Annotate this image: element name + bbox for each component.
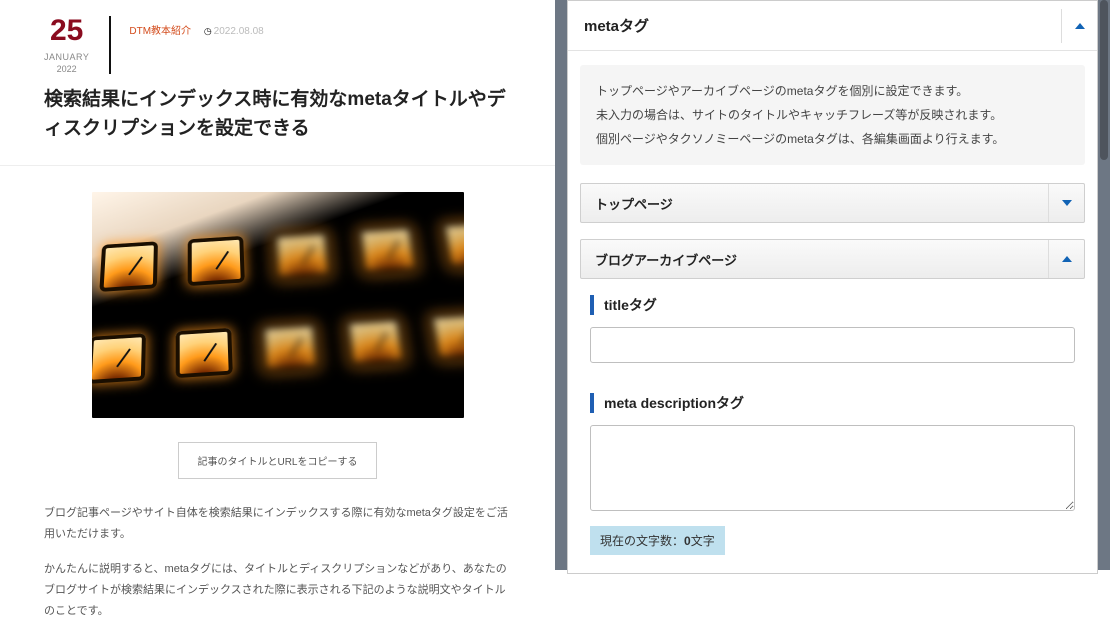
post-paragraph-1: ブログ記事ページやサイト自体を検索結果にインデックスする際に有効なmetaタグ設…	[44, 503, 511, 545]
category-link[interactable]: DTM教本紹介	[129, 26, 191, 37]
section-blog-archive-label: ブログアーカイブページ	[595, 250, 737, 269]
admin-panel-pane: metaタグ トップページやアーカイブページのmetaタグを個別に設定できます。…	[555, 0, 1110, 570]
desc-line-2: 未入力の場合は、サイトのタイトルやキャッチフレーズ等が反映されます。	[596, 103, 1069, 127]
char-count-prefix: 現在の文字数：	[600, 534, 684, 548]
char-count-value: 0	[684, 534, 691, 548]
copy-title-url-button[interactable]: 記事のタイトルとURLをコピーする	[178, 442, 376, 479]
chevron-up-icon	[1075, 23, 1085, 29]
section-blog-archive[interactable]: ブログアーカイブページ	[580, 239, 1085, 279]
post-paragraph-2: かんたんに説明すると、metaタグには、タイトルとディスクリプションなどがあり、…	[44, 559, 511, 621]
post-meta-right: DTM教本紹介 ◷2022.08.08	[129, 16, 263, 37]
title-tag-label: titleタグ	[590, 295, 1075, 315]
section-top-page-toggle[interactable]	[1048, 184, 1084, 222]
meta-description-label: meta descriptionタグ	[590, 393, 1075, 413]
desc-line-3: 個別ページやタクソノミーページのmetaタグは、各編集画面より行えます。	[596, 127, 1069, 151]
post-meta-row: 25 JANUARY 2022 DTM教本紹介 ◷2022.08.08	[44, 16, 511, 74]
date-year: 2022	[44, 64, 89, 74]
panel-collapse-button[interactable]	[1061, 9, 1097, 43]
chevron-down-icon	[1062, 200, 1072, 206]
section-top-page-label: トップページ	[595, 194, 673, 213]
char-count-suffix: 文字	[691, 534, 715, 548]
desc-line-1: トップページやアーカイブページのmetaタグを個別に設定できます。	[596, 79, 1069, 103]
post-title: 検索結果にインデックス時に有効なmetaタイトルやディスクリプションを設定できる	[44, 86, 511, 143]
date-month: JANUARY	[44, 52, 89, 62]
section-blog-archive-toggle[interactable]	[1048, 240, 1084, 278]
meta-description-textarea[interactable]	[590, 425, 1075, 511]
panel-description: トップページやアーカイブページのmetaタグを個別に設定できます。 未入力の場合…	[580, 65, 1085, 165]
blog-preview-pane: 25 JANUARY 2022 DTM教本紹介 ◷2022.08.08 検索結果…	[0, 0, 555, 570]
panel-body: トップページやアーカイブページのmetaタグを個別に設定できます。 未入力の場合…	[568, 51, 1097, 573]
posted-date: 2022.08.08	[214, 26, 264, 37]
char-count-badge: 現在の文字数：0文字	[590, 526, 725, 555]
panel-title: metaタグ	[584, 15, 649, 36]
blog-archive-body: titleタグ meta descriptionタグ 現在の文字数：0文字	[580, 295, 1085, 555]
scrollbar-track[interactable]	[1100, 0, 1108, 570]
date-block: 25 JANUARY 2022	[44, 16, 111, 74]
title-tag-input[interactable]	[590, 327, 1075, 363]
divider	[0, 165, 555, 166]
clock-icon: ◷	[204, 26, 212, 37]
chevron-up-icon	[1062, 256, 1072, 262]
feature-image	[92, 192, 464, 418]
panel-header: metaタグ	[568, 1, 1097, 51]
meta-tag-panel: metaタグ トップページやアーカイブページのmetaタグを個別に設定できます。…	[567, 0, 1098, 574]
section-top-page[interactable]: トップページ	[580, 183, 1085, 223]
scrollbar-thumb[interactable]	[1100, 0, 1108, 160]
date-day: 25	[44, 16, 89, 46]
